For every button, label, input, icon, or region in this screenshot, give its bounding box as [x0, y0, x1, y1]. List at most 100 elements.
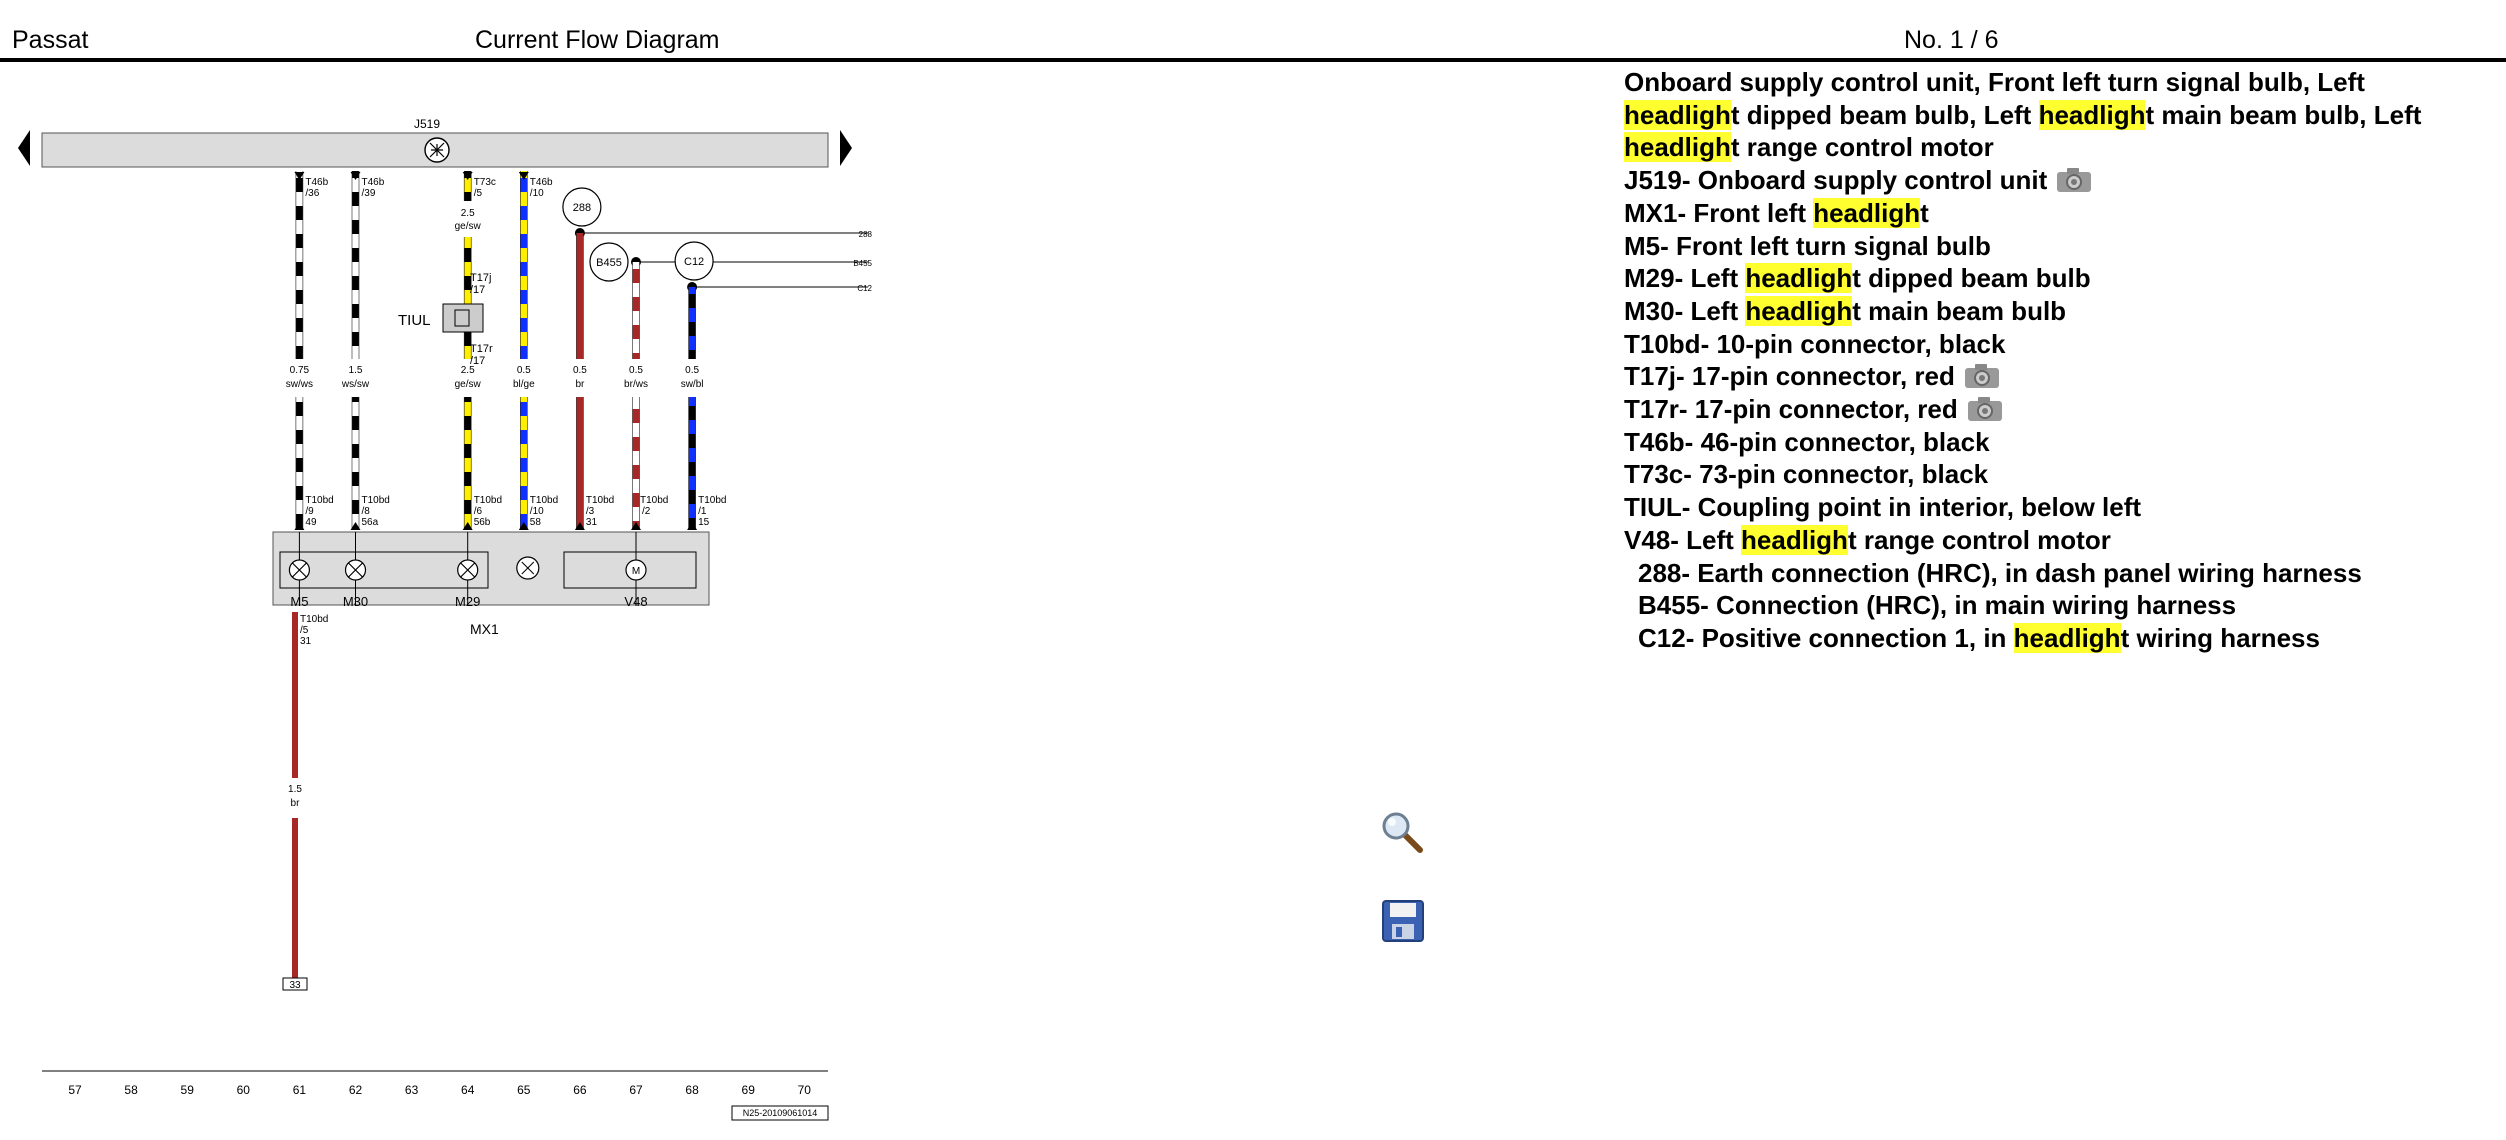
pin-label: T10bd [698, 495, 726, 506]
pin-terminal: 58 [530, 517, 542, 528]
wire-color: ge/sw [455, 221, 482, 232]
earth-spec: 1.5 [288, 784, 302, 795]
earth-terminal: 33 [289, 980, 301, 991]
highlight-term: headligh [1624, 132, 1731, 163]
zoom-button[interactable] [1380, 810, 1426, 856]
earth-pin-term: 31 [300, 636, 312, 647]
coupling-lower-pin: T17r [470, 343, 493, 355]
wire-color: br [575, 379, 585, 390]
pin-number: /36 [305, 188, 319, 199]
column-number: 58 [124, 1083, 138, 1097]
pin-terminal: 49 [305, 517, 317, 528]
wire-color: sw/ws [286, 379, 313, 390]
wire-gauge: 0.5 [685, 365, 699, 376]
camera-icon[interactable] [1966, 395, 2004, 423]
legend-title: Onboard supply control unit, Front left … [1624, 67, 2422, 163]
magnifier-icon [1382, 812, 1423, 853]
node-end-label: C12 [857, 284, 872, 293]
coupling-upper-pin-num: /17 [470, 284, 485, 296]
bus-label: J519 [414, 117, 440, 131]
wire-col-68: C12 C12 0.5 sw/bl T10bd/115 [674, 241, 873, 530]
svg-text:M: M [632, 566, 640, 577]
component-label: M5 [290, 594, 308, 609]
camera-icon[interactable] [2055, 166, 2093, 194]
scroll-left-arrow[interactable] [18, 130, 30, 166]
node-end-label: B455 [853, 259, 872, 268]
legend-item: 288- Earth connection (HRC), in dash pan… [1638, 557, 2362, 588]
wire-gauge: 2.5 [461, 208, 475, 219]
legend-item: J519- Onboard supply control unit [1624, 164, 2484, 197]
earth-pin-num: /5 [300, 625, 309, 636]
wire-color: sw/bl [681, 379, 704, 390]
diagram-title: Current Flow Diagram [475, 26, 720, 54]
earth-wire: 1.5 br T10bd /5 31 33 [280, 612, 328, 991]
column-number: 68 [685, 1083, 699, 1097]
pin-number: /1 [698, 506, 707, 517]
pin-number: /10 [530, 506, 544, 517]
legend-item: TIUL- Coupling point in interior, below … [1624, 492, 2142, 523]
pin-label: T46b [362, 177, 385, 188]
pin-label: T10bd [474, 495, 502, 506]
floppy-disk-icon [1382, 900, 1424, 942]
wire-gauge: 1.5 [349, 365, 363, 376]
legend-item: M30- Left headlight main beam bulb [1624, 295, 2067, 326]
pin-label: T10bd [362, 495, 390, 506]
pin-label: T46b [305, 177, 328, 188]
column-number: 61 [293, 1083, 307, 1097]
legend-item: B455- Connection (HRC), in main wiring h… [1638, 590, 2237, 621]
node-label: C12 [684, 256, 704, 268]
highlight-term: headligh [1813, 197, 1921, 228]
column-number: 59 [181, 1083, 195, 1097]
coupling-upper-pin: T17j [470, 272, 491, 284]
pin-terminal: 31 [586, 517, 598, 528]
highlight-term: headligh [1745, 263, 1853, 294]
wire-col-61: T46b/36 0.75 sw/ws T10bd/949 [281, 171, 334, 530]
vehicle-model: Passat [12, 26, 89, 54]
column-number: 64 [461, 1083, 475, 1097]
wire-color: bl/ge [513, 379, 535, 390]
column-number: 60 [237, 1083, 251, 1097]
unit-label: MX1 [470, 621, 499, 637]
column-number: 67 [629, 1083, 643, 1097]
wires-layer: T46b/36 0.75 sw/ws T10bd/949 T46b/39 1.5 ws/sw… [281, 171, 873, 530]
node-label: 288 [573, 202, 591, 214]
page-number: No. 1 / 6 [1904, 26, 1999, 54]
pin-label: T10bd [305, 495, 333, 506]
pin-terminal: 56a [362, 517, 379, 528]
component-label: M29 [455, 594, 480, 609]
pin-terminal: 56b [474, 517, 491, 528]
bus-symbol [424, 137, 450, 163]
pin-number: /39 [362, 188, 376, 199]
legend-list: J519- Onboard supply control unit MX1- Fr… [1624, 164, 2484, 655]
highlight-term: headligh [2038, 99, 2146, 130]
legend-item: M29- Left headlight dipped beam bulb [1624, 263, 2091, 294]
node-label: B455 [596, 257, 622, 269]
coupling-lower-pin-num: /17 [470, 355, 485, 367]
column-axis: 57 58 59 60 61 62 63 64 65 66 67 68 69 70 [68, 1083, 811, 1097]
camera-icon[interactable] [1963, 362, 2001, 390]
wire-col-62: T46b/39 1.5 ws/sw T10bd/856a [337, 171, 390, 530]
legend-item: T46b- 46-pin connector, black [1624, 426, 1990, 457]
wiring-diagram: J519 T46b/36 0.75 sw/ws T10bd/949 T46b/39 1.5… [18, 117, 873, 1121]
legend-item: MX1- Front left headlight [1624, 197, 1929, 228]
wire-col-65: T46b/100.5bl/geT10bd/1058 [505, 171, 558, 530]
wire-color: ge/sw [455, 379, 482, 390]
column-number: 70 [798, 1083, 812, 1097]
wire-col-66: 288 288 0.5 br T10bd/331 [561, 187, 873, 530]
pin-terminal: 15 [698, 517, 710, 528]
highlight-term: headligh [1745, 295, 1853, 326]
earth-pin: T10bd [300, 614, 328, 625]
pin-label: T46b [530, 177, 553, 188]
node-end-label: 288 [859, 230, 873, 239]
wire-gauge: 0.5 [517, 365, 531, 376]
coupling-tiul: TIUL T17j /17 T17r /17 [398, 272, 493, 367]
component-label: M30 [343, 594, 368, 609]
component-label: V48 [624, 594, 647, 609]
header-bar: Passat Current Flow Diagram No. 1 / 6 [0, 0, 2506, 62]
pin-number: /10 [530, 188, 544, 199]
legend-item: T73c- 73-pin connector, black [1624, 459, 1989, 490]
scroll-right-arrow[interactable] [840, 130, 852, 166]
legend-panel: Onboard supply control unit, Front left … [1624, 66, 2484, 655]
pin-number: /2 [642, 506, 651, 517]
save-button[interactable] [1380, 898, 1426, 944]
